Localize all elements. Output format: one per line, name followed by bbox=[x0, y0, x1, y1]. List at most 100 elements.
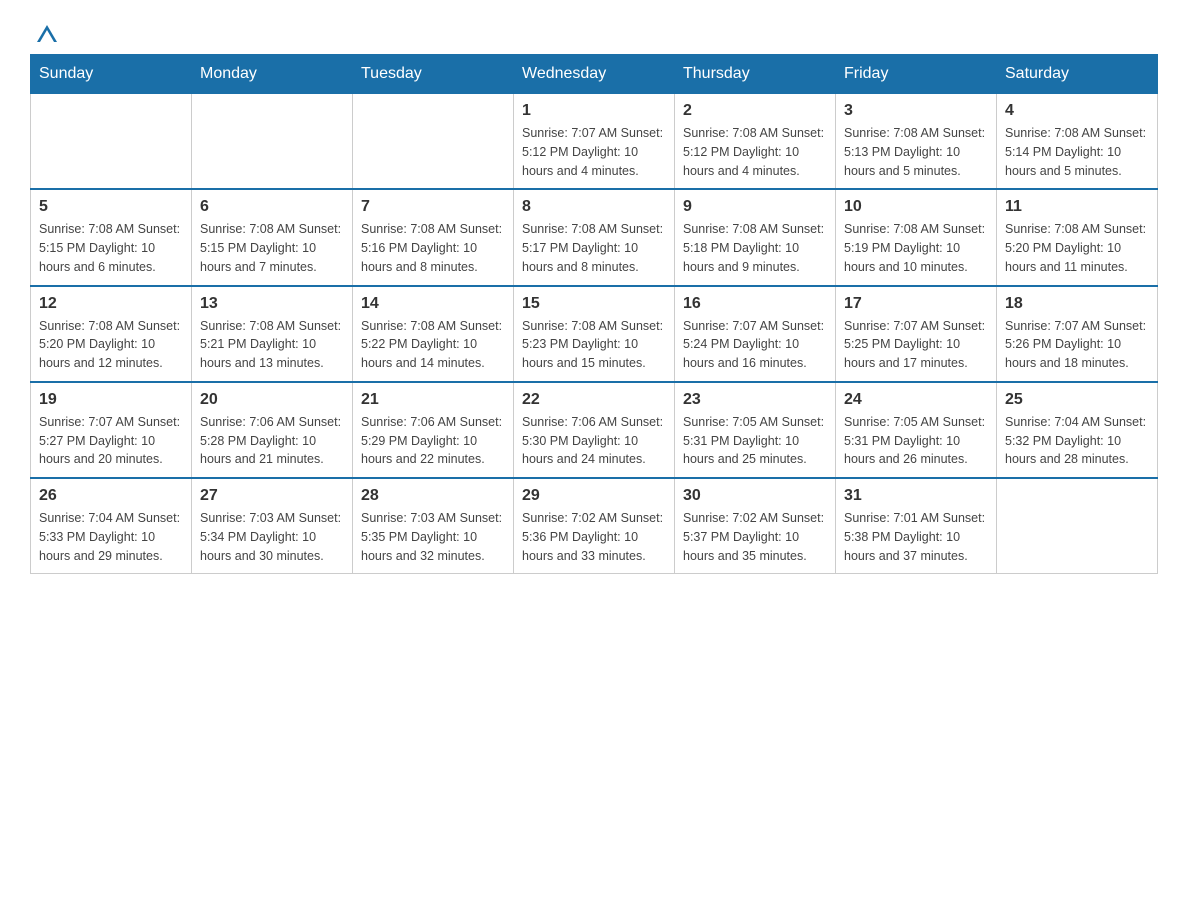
calendar-cell: 10 Sunrise: 7:08 AM Sunset: 5:19 PM Dayli… bbox=[836, 189, 997, 285]
day-number: 11 bbox=[1005, 198, 1149, 216]
calendar-cell: 25Sunrise: 7:04 AM Sunset: 5:32 PM Dayli… bbox=[997, 382, 1158, 478]
header bbox=[30, 20, 1158, 44]
calendar-cell: 3 Sunrise: 7:08 AM Sunset: 5:13 PM Daylig… bbox=[836, 94, 997, 190]
day-number: 6 bbox=[200, 198, 344, 216]
day-info: Sunrise: 7:06 AM Sunset: 5:29 PM Dayligh… bbox=[361, 413, 505, 469]
day-info: Sunrise: 7:02 AM Sunset: 5:37 PM Dayligh… bbox=[683, 509, 827, 565]
day-number: 17 bbox=[844, 295, 988, 313]
logo bbox=[30, 20, 64, 44]
week-row-2: 5 Sunrise: 7:08 AM Sunset: 5:15 PM Daylig… bbox=[31, 189, 1158, 285]
day-info: Sunrise: 7:01 AM Sunset: 5:38 PM Dayligh… bbox=[844, 509, 988, 565]
calendar-cell: 31 Sunrise: 7:01 AM Sunset: 5:38 PM Dayli… bbox=[836, 478, 997, 574]
day-number: 16 bbox=[683, 295, 827, 313]
day-number: 27 bbox=[200, 487, 344, 505]
day-number: 7 bbox=[361, 198, 505, 216]
day-number: 4 bbox=[1005, 102, 1149, 120]
day-info: Sunrise: 7:08 AM Sunset: 5:15 PM Dayligh… bbox=[39, 220, 183, 276]
calendar-cell: 15 Sunrise: 7:08 AM Sunset: 5:23 PM Dayli… bbox=[514, 286, 675, 382]
day-info: Sunrise: 7:06 AM Sunset: 5:28 PM Dayligh… bbox=[200, 413, 344, 469]
day-info: Sunrise: 7:02 AM Sunset: 5:36 PM Dayligh… bbox=[522, 509, 666, 565]
calendar-cell: 26Sunrise: 7:04 AM Sunset: 5:33 PM Dayli… bbox=[31, 478, 192, 574]
day-header-friday: Friday bbox=[836, 55, 997, 94]
calendar-cell: 24 Sunrise: 7:05 AM Sunset: 5:31 PM Dayli… bbox=[836, 382, 997, 478]
day-info: Sunrise: 7:08 AM Sunset: 5:17 PM Dayligh… bbox=[522, 220, 666, 276]
calendar-cell bbox=[31, 94, 192, 190]
day-number: 12 bbox=[39, 295, 183, 313]
calendar-cell: 2 Sunrise: 7:08 AM Sunset: 5:12 PM Daylig… bbox=[675, 94, 836, 190]
day-info: Sunrise: 7:08 AM Sunset: 5:13 PM Dayligh… bbox=[844, 124, 988, 180]
day-number: 5 bbox=[39, 198, 183, 216]
week-row-5: 26Sunrise: 7:04 AM Sunset: 5:33 PM Dayli… bbox=[31, 478, 1158, 574]
day-info: Sunrise: 7:07 AM Sunset: 5:25 PM Dayligh… bbox=[844, 317, 988, 373]
day-info: Sunrise: 7:08 AM Sunset: 5:15 PM Dayligh… bbox=[200, 220, 344, 276]
day-number: 14 bbox=[361, 295, 505, 313]
day-number: 10 bbox=[844, 198, 988, 216]
week-row-3: 12 Sunrise: 7:08 AM Sunset: 5:20 PM Dayli… bbox=[31, 286, 1158, 382]
calendar-cell: 30 Sunrise: 7:02 AM Sunset: 5:37 PM Dayli… bbox=[675, 478, 836, 574]
calendar-cell: 19 Sunrise: 7:07 AM Sunset: 5:27 PM Dayli… bbox=[31, 382, 192, 478]
calendar-cell: 22Sunrise: 7:06 AM Sunset: 5:30 PM Dayli… bbox=[514, 382, 675, 478]
day-number: 31 bbox=[844, 487, 988, 505]
calendar-cell bbox=[192, 94, 353, 190]
day-number: 8 bbox=[522, 198, 666, 216]
calendar-cell: 27 Sunrise: 7:03 AM Sunset: 5:34 PM Dayli… bbox=[192, 478, 353, 574]
day-info: Sunrise: 7:07 AM Sunset: 5:26 PM Dayligh… bbox=[1005, 317, 1149, 373]
day-info: Sunrise: 7:07 AM Sunset: 5:24 PM Dayligh… bbox=[683, 317, 827, 373]
calendar-cell: 28Sunrise: 7:03 AM Sunset: 5:35 PM Dayli… bbox=[353, 478, 514, 574]
day-info: Sunrise: 7:08 AM Sunset: 5:22 PM Dayligh… bbox=[361, 317, 505, 373]
calendar-cell: 18 Sunrise: 7:07 AM Sunset: 5:26 PM Dayli… bbox=[997, 286, 1158, 382]
day-info: Sunrise: 7:08 AM Sunset: 5:19 PM Dayligh… bbox=[844, 220, 988, 276]
day-number: 28 bbox=[361, 487, 505, 505]
calendar-cell: 7 Sunrise: 7:08 AM Sunset: 5:16 PM Daylig… bbox=[353, 189, 514, 285]
calendar-cell: 29Sunrise: 7:02 AM Sunset: 5:36 PM Dayli… bbox=[514, 478, 675, 574]
calendar-cell: 11 Sunrise: 7:08 AM Sunset: 5:20 PM Dayli… bbox=[997, 189, 1158, 285]
day-info: Sunrise: 7:08 AM Sunset: 5:21 PM Dayligh… bbox=[200, 317, 344, 373]
calendar-cell: 9Sunrise: 7:08 AM Sunset: 5:18 PM Daylig… bbox=[675, 189, 836, 285]
day-number: 15 bbox=[522, 295, 666, 313]
day-info: Sunrise: 7:08 AM Sunset: 5:12 PM Dayligh… bbox=[683, 124, 827, 180]
calendar: SundayMondayTuesdayWednesdayThursdayFrid… bbox=[30, 54, 1158, 574]
day-info: Sunrise: 7:03 AM Sunset: 5:34 PM Dayligh… bbox=[200, 509, 344, 565]
day-info: Sunrise: 7:07 AM Sunset: 5:12 PM Dayligh… bbox=[522, 124, 666, 180]
day-number: 19 bbox=[39, 391, 183, 409]
day-info: Sunrise: 7:07 AM Sunset: 5:27 PM Dayligh… bbox=[39, 413, 183, 469]
week-row-4: 19 Sunrise: 7:07 AM Sunset: 5:27 PM Dayli… bbox=[31, 382, 1158, 478]
day-header-monday: Monday bbox=[192, 55, 353, 94]
day-number: 30 bbox=[683, 487, 827, 505]
day-number: 23 bbox=[683, 391, 827, 409]
calendar-cell: 1 Sunrise: 7:07 AM Sunset: 5:12 PM Daylig… bbox=[514, 94, 675, 190]
calendar-header-row: SundayMondayTuesdayWednesdayThursdayFrid… bbox=[31, 55, 1158, 94]
day-number: 18 bbox=[1005, 295, 1149, 313]
day-number: 24 bbox=[844, 391, 988, 409]
day-info: Sunrise: 7:05 AM Sunset: 5:31 PM Dayligh… bbox=[844, 413, 988, 469]
logo-icon bbox=[32, 20, 62, 50]
day-number: 21 bbox=[361, 391, 505, 409]
calendar-cell: 20Sunrise: 7:06 AM Sunset: 5:28 PM Dayli… bbox=[192, 382, 353, 478]
day-header-wednesday: Wednesday bbox=[514, 55, 675, 94]
day-number: 9 bbox=[683, 198, 827, 216]
day-info: Sunrise: 7:08 AM Sunset: 5:16 PM Dayligh… bbox=[361, 220, 505, 276]
day-info: Sunrise: 7:04 AM Sunset: 5:33 PM Dayligh… bbox=[39, 509, 183, 565]
day-number: 22 bbox=[522, 391, 666, 409]
calendar-cell: 4 Sunrise: 7:08 AM Sunset: 5:14 PM Daylig… bbox=[997, 94, 1158, 190]
calendar-cell: 17 Sunrise: 7:07 AM Sunset: 5:25 PM Dayli… bbox=[836, 286, 997, 382]
calendar-cell: 6 Sunrise: 7:08 AM Sunset: 5:15 PM Daylig… bbox=[192, 189, 353, 285]
day-info: Sunrise: 7:08 AM Sunset: 5:14 PM Dayligh… bbox=[1005, 124, 1149, 180]
calendar-cell: 12 Sunrise: 7:08 AM Sunset: 5:20 PM Dayli… bbox=[31, 286, 192, 382]
day-info: Sunrise: 7:04 AM Sunset: 5:32 PM Dayligh… bbox=[1005, 413, 1149, 469]
day-header-sunday: Sunday bbox=[31, 55, 192, 94]
calendar-cell: 14 Sunrise: 7:08 AM Sunset: 5:22 PM Dayli… bbox=[353, 286, 514, 382]
day-info: Sunrise: 7:08 AM Sunset: 5:20 PM Dayligh… bbox=[1005, 220, 1149, 276]
day-number: 2 bbox=[683, 102, 827, 120]
calendar-cell: 23Sunrise: 7:05 AM Sunset: 5:31 PM Dayli… bbox=[675, 382, 836, 478]
day-info: Sunrise: 7:08 AM Sunset: 5:23 PM Dayligh… bbox=[522, 317, 666, 373]
calendar-cell bbox=[997, 478, 1158, 574]
week-row-1: 1 Sunrise: 7:07 AM Sunset: 5:12 PM Daylig… bbox=[31, 94, 1158, 190]
day-header-thursday: Thursday bbox=[675, 55, 836, 94]
day-info: Sunrise: 7:08 AM Sunset: 5:20 PM Dayligh… bbox=[39, 317, 183, 373]
calendar-cell bbox=[353, 94, 514, 190]
calendar-cell: 5 Sunrise: 7:08 AM Sunset: 5:15 PM Daylig… bbox=[31, 189, 192, 285]
day-number: 3 bbox=[844, 102, 988, 120]
day-header-tuesday: Tuesday bbox=[353, 55, 514, 94]
day-number: 1 bbox=[522, 102, 666, 120]
